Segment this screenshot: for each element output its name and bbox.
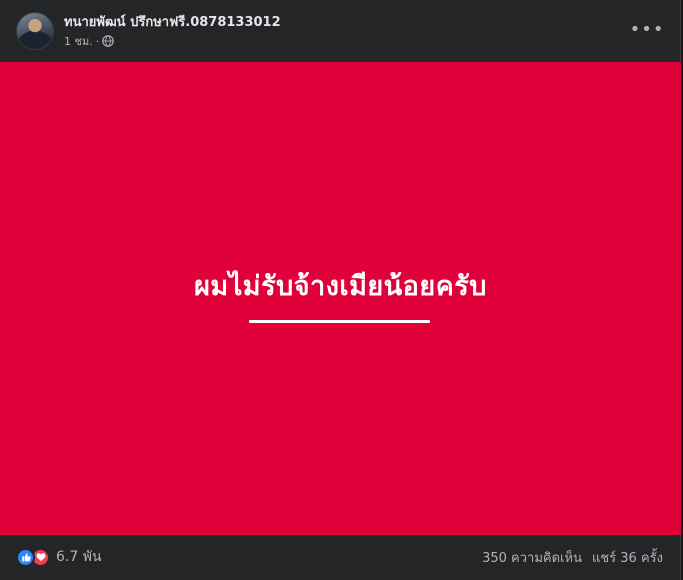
author-avatar[interactable]: [16, 12, 54, 50]
banner-text: ผมไม่รับจ้างเมียน้อยครับ: [194, 271, 487, 302]
globe-icon[interactable]: [102, 35, 115, 47]
post-header: ทนายพัฒน์ ปรึกษาฟรี.0878133012 1 ชม. · •…: [0, 0, 681, 62]
reactions-summary[interactable]: 6.7 พัน: [16, 546, 102, 568]
share-count-link[interactable]: แชร์ 36 ครั้ง: [592, 547, 663, 568]
engagement-counts: 350 ความคิดเห็น แชร์ 36 ครั้ง: [482, 547, 663, 568]
comment-count-link[interactable]: 350 ความคิดเห็น: [482, 547, 582, 568]
post-footer: 6.7 พัน 350 ความคิดเห็น แชร์ 36 ครั้ง: [0, 535, 681, 580]
more-options-button[interactable]: •••: [630, 18, 664, 42]
meta-separator: ·: [95, 34, 100, 48]
facebook-post: ทนายพัฒน์ ปรึกษาฟรี.0878133012 1 ชม. · •…: [0, 0, 681, 580]
more-options-icon: •••: [629, 19, 665, 40]
banner-underline: [249, 320, 430, 323]
reaction-count: 6.7 พัน: [56, 549, 102, 565]
author-name[interactable]: ทนายพัฒน์ ปรึกษาฟรี.0878133012: [64, 11, 281, 32]
post-banner[interactable]: ผมไม่รับจ้างเมียน้อยครับ: [0, 62, 681, 535]
like-icon: [16, 547, 35, 567]
post-time[interactable]: 1 ชม.: [64, 32, 93, 50]
post-meta: 1 ชม. ·: [64, 32, 115, 50]
